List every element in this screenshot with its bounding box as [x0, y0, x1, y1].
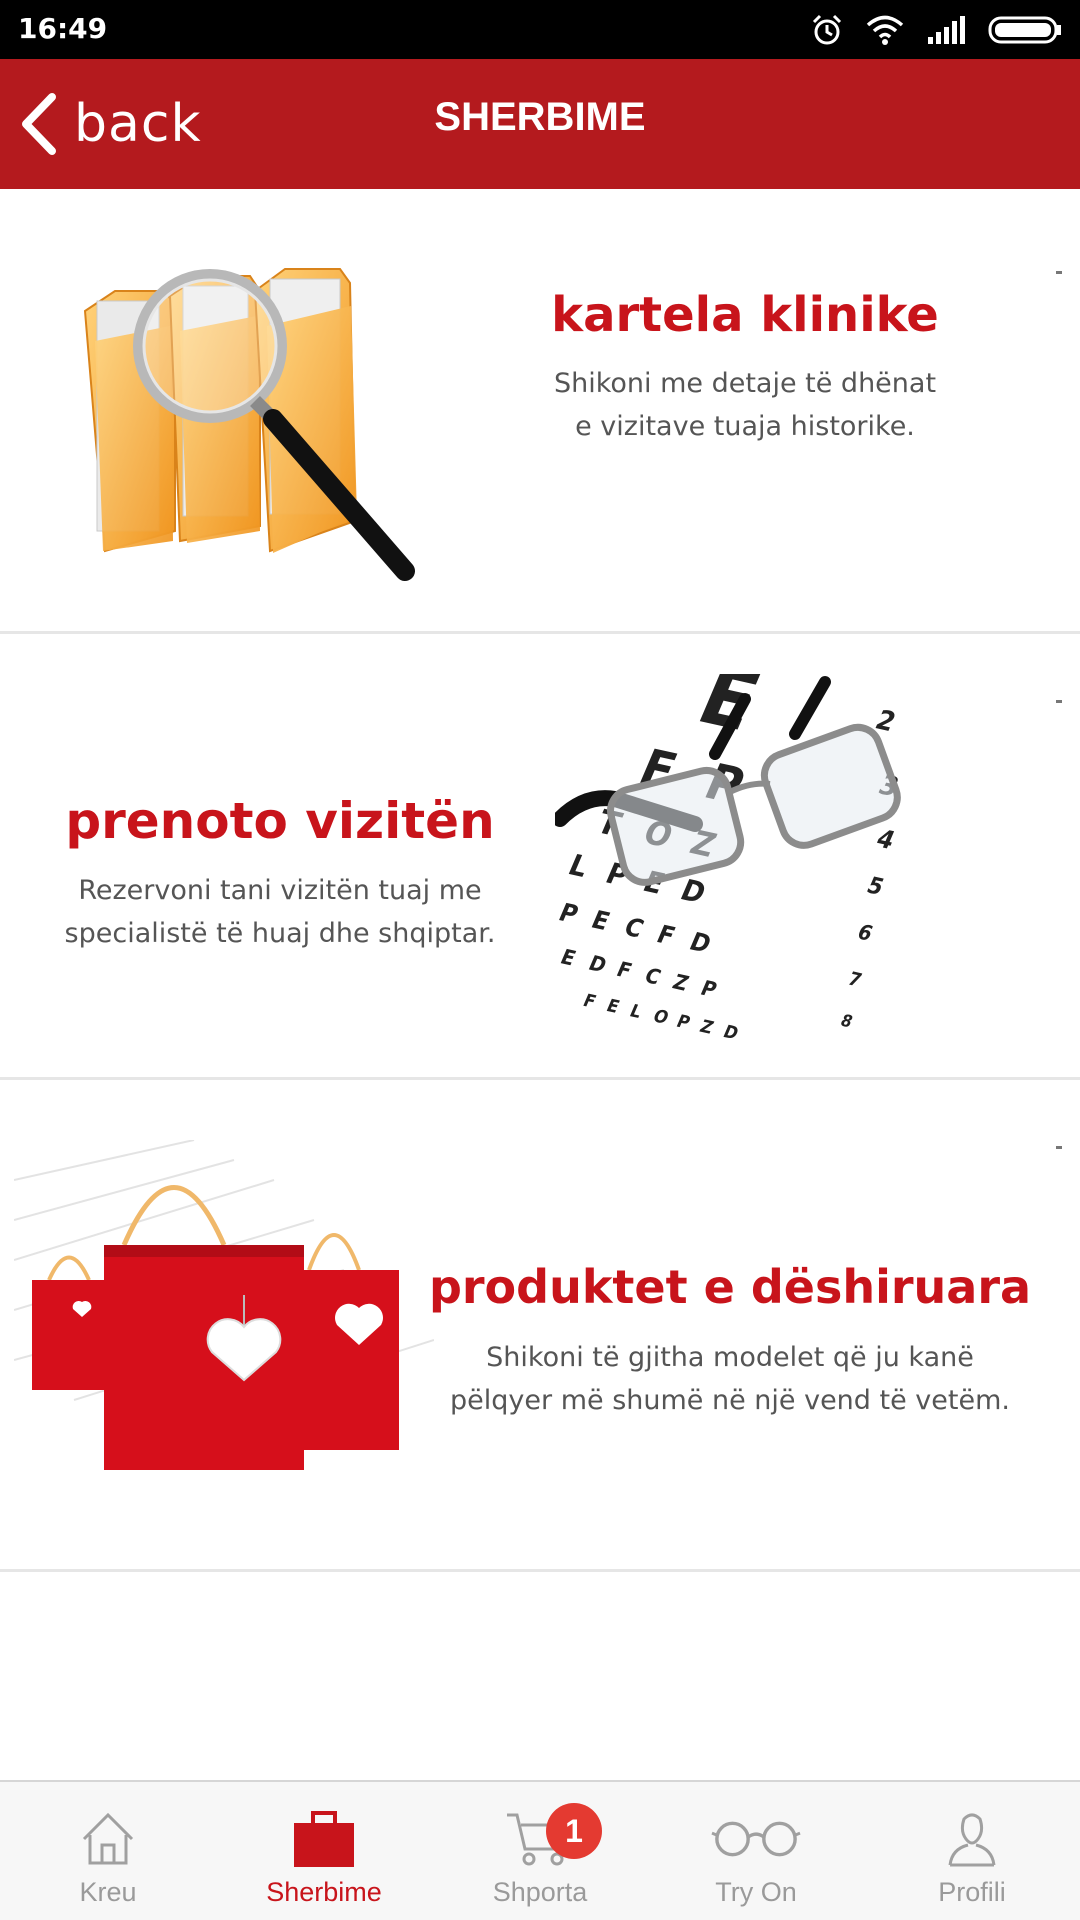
shopping-bags-image	[14, 1140, 434, 1470]
nav-label: Kreu	[79, 1877, 137, 1907]
card-description-line: specialistë të huaj dhe shqiptar.	[64, 918, 496, 949]
chart-letter: 7	[844, 968, 864, 991]
nav-item-try-on[interactable]: Try On	[648, 1782, 864, 1920]
chart-letter: Z	[697, 1017, 717, 1039]
nav-item-kreu[interactable]: Kreu	[0, 1782, 216, 1920]
chart-letter: 5	[863, 872, 888, 900]
chart-letter: C	[641, 963, 665, 989]
user-icon	[927, 1804, 1017, 1874]
chart-letter: P	[555, 897, 583, 929]
card-title: kartela klinike	[551, 287, 939, 343]
card-title: prenoto vizitën	[65, 792, 495, 850]
signal-icon	[928, 16, 965, 44]
wifi-icon	[866, 15, 904, 45]
nav-item-profili[interactable]: Profili	[864, 1782, 1080, 1920]
chart-letter: F	[653, 919, 680, 950]
eye-chart-glasses-image: E F P T O Z L P E D P E C F D E D F C Z …	[555, 674, 903, 1044]
status-time: 16:49	[18, 12, 108, 45]
corner-mark	[1056, 1146, 1062, 1149]
nav-label: Profili	[938, 1877, 1006, 1907]
chart-letter: E	[557, 944, 580, 970]
chart-letter: P	[673, 1012, 693, 1034]
card-description-line: Rezervoni tani vizitën tuaj me	[78, 875, 482, 906]
folders-magnifier-image	[83, 268, 415, 581]
app-bar: back SHERBIME	[0, 59, 1080, 189]
home-icon	[63, 1804, 153, 1874]
chart-letter: 8	[838, 1011, 856, 1032]
nav-label: Sherbime	[266, 1877, 382, 1907]
chart-letter: L	[563, 848, 593, 884]
chart-letter: D	[720, 1022, 741, 1044]
bottom-navigation: Kreu Sherbime Shporta Try On Profili	[0, 1780, 1080, 1920]
corner-mark	[1056, 700, 1062, 703]
card-description-line: pëlqyer më shumë në një vend të vetëm.	[450, 1385, 1010, 1416]
chart-letter: C	[620, 912, 648, 944]
nav-item-shporta[interactable]: Shporta	[432, 1782, 648, 1920]
card-title: produktet e dëshiruara	[428, 1260, 1032, 1314]
chart-letter: P	[697, 976, 721, 1002]
card-description-line: Shikoni të gjitha modelet që ju kanë	[486, 1342, 974, 1373]
page-title: SHERBIME	[434, 95, 646, 139]
chart-letter: O	[650, 1006, 672, 1028]
chart-letter: E	[587, 905, 614, 936]
cart-count-badge: 1	[546, 1803, 602, 1859]
chart-letter: L	[626, 1001, 644, 1023]
chart-letter: D	[685, 926, 716, 958]
nav-label: Try On	[715, 1877, 797, 1907]
chart-letter: Z	[669, 969, 692, 995]
chart-letter: D	[676, 873, 711, 910]
card-description-line: Shikoni me detaje të dhënat	[553, 368, 937, 399]
nav-item-sherbime[interactable]: Sherbime	[216, 1782, 432, 1920]
glasses-icon	[711, 1804, 801, 1874]
chart-letter: E	[603, 996, 622, 1018]
clinical-record-card[interactable]: kartela klinike Shikoni me detaje të dhë…	[0, 189, 1080, 634]
alarm-icon	[812, 14, 842, 45]
chart-letter: F	[580, 991, 599, 1013]
status-icons	[810, 10, 1062, 50]
corner-mark	[1056, 271, 1062, 274]
book-visit-card[interactable]: prenoto vizitën Rezervoni tani vizitën t…	[0, 634, 1080, 1080]
status-bar: 16:49	[0, 0, 1080, 59]
chart-letter: 6	[854, 919, 877, 945]
chart-letter: 4	[872, 823, 900, 855]
briefcase-icon	[279, 1804, 369, 1874]
nav-label: Shporta	[492, 1877, 588, 1907]
wishlist-card[interactable]: produktet e dëshiruara Shikoni të gjitha…	[0, 1080, 1080, 1572]
card-description-line: e vizitave tuaja historike.	[575, 411, 915, 442]
chart-letter: D	[585, 951, 610, 978]
chart-letter: F	[613, 957, 636, 983]
battery-icon	[988, 16, 1061, 44]
